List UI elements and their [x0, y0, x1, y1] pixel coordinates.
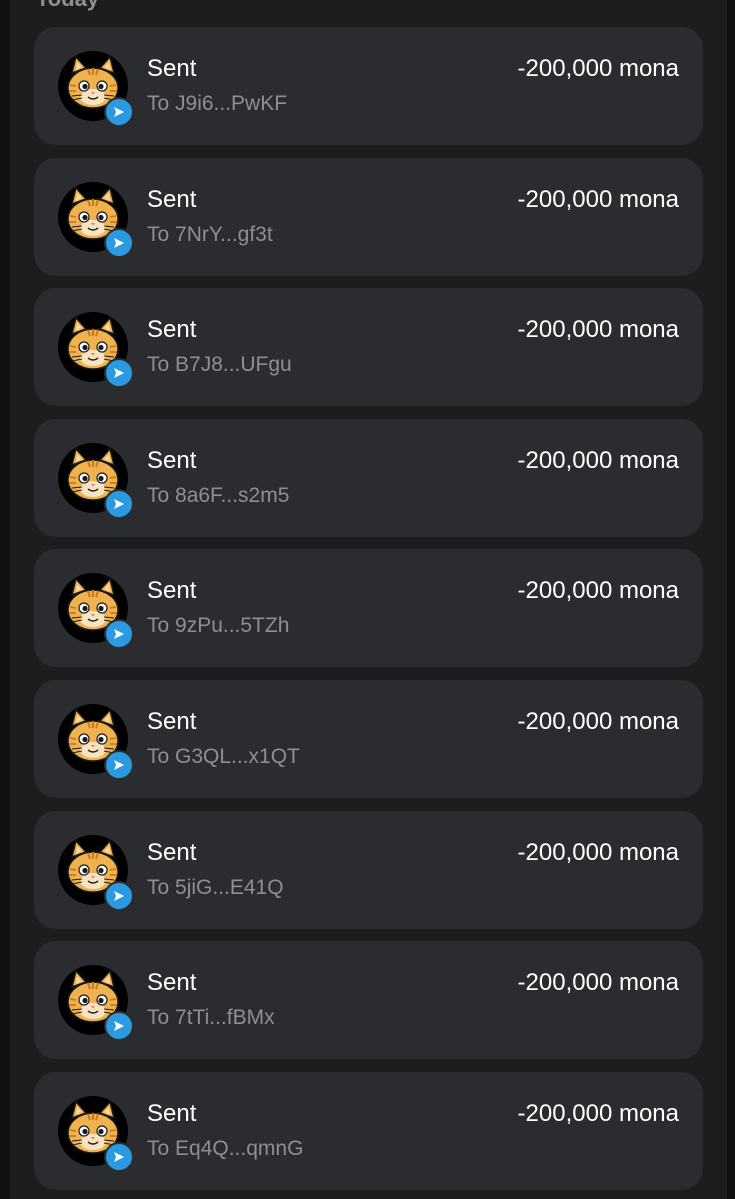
transaction-title: Sent: [147, 708, 197, 735]
transaction-title: Sent: [147, 1100, 197, 1127]
transaction-item[interactable]: Sent To 7NrY...gf3t -200,000 mona: [34, 158, 703, 276]
transaction-item[interactable]: Sent To 9zPu...5TZh -200,000 mona: [34, 549, 703, 667]
transaction-recipient: To 7tTi...fBMx: [147, 1006, 275, 1029]
transaction-recipient: To Eq4Q...qmnG: [147, 1137, 304, 1160]
transaction-amount: -200,000 mona: [517, 969, 679, 996]
transaction-amount: -200,000 mona: [517, 55, 679, 82]
transaction-recipient: To 8a6F...s2m5: [147, 484, 290, 507]
transaction-amount: -200,000 mona: [517, 186, 679, 213]
transaction-item[interactable]: Sent To G3QL...x1QT -200,000 mona: [34, 680, 703, 798]
transaction-item[interactable]: Sent To 7tTi...fBMx -200,000 mona: [34, 941, 703, 1059]
send-arrow-icon: [104, 489, 134, 519]
send-arrow-icon: [104, 228, 134, 258]
transaction-recipient: To G3QL...x1QT: [147, 745, 300, 768]
transaction-title: Sent: [147, 577, 197, 604]
transaction-recipient: To 9zPu...5TZh: [147, 614, 290, 637]
transaction-recipient: To J9i6...PwKF: [147, 92, 288, 115]
transaction-recipient: To B7J8...UFgu: [147, 353, 292, 376]
transaction-title: Sent: [147, 969, 197, 996]
transaction-item[interactable]: Sent To 5jiG...E41Q -200,000 mona: [34, 811, 703, 929]
transaction-amount: -200,000 mona: [517, 839, 679, 866]
transaction-item[interactable]: Sent To Eq4Q...qmnG -200,000 mona: [34, 1072, 703, 1190]
send-arrow-icon: [104, 619, 134, 649]
transaction-title: Sent: [147, 447, 197, 474]
send-arrow-icon: [104, 750, 134, 780]
transaction-title: Sent: [147, 55, 197, 82]
transaction-recipient: To 7NrY...gf3t: [147, 223, 273, 246]
transaction-item[interactable]: Sent To 8a6F...s2m5 -200,000 mona: [34, 419, 703, 537]
transaction-amount: -200,000 mona: [517, 708, 679, 735]
transaction-item[interactable]: Sent To J9i6...PwKF -200,000 mona: [34, 27, 703, 145]
transaction-item[interactable]: Sent To B7J8...UFgu -200,000 mona: [34, 288, 703, 406]
transaction-amount: -200,000 mona: [517, 447, 679, 474]
section-title-today: Today: [36, 0, 99, 12]
send-arrow-icon: [104, 97, 134, 127]
transaction-amount: -200,000 mona: [517, 577, 679, 604]
send-arrow-icon: [104, 1142, 134, 1172]
send-arrow-icon: [104, 358, 134, 388]
transaction-title: Sent: [147, 839, 197, 866]
send-arrow-icon: [104, 1011, 134, 1041]
transaction-amount: -200,000 mona: [517, 316, 679, 343]
transaction-amount: -200,000 mona: [517, 1100, 679, 1127]
transaction-title: Sent: [147, 316, 197, 343]
send-arrow-icon: [104, 881, 134, 911]
transaction-title: Sent: [147, 186, 197, 213]
transaction-recipient: To 5jiG...E41Q: [147, 876, 284, 899]
